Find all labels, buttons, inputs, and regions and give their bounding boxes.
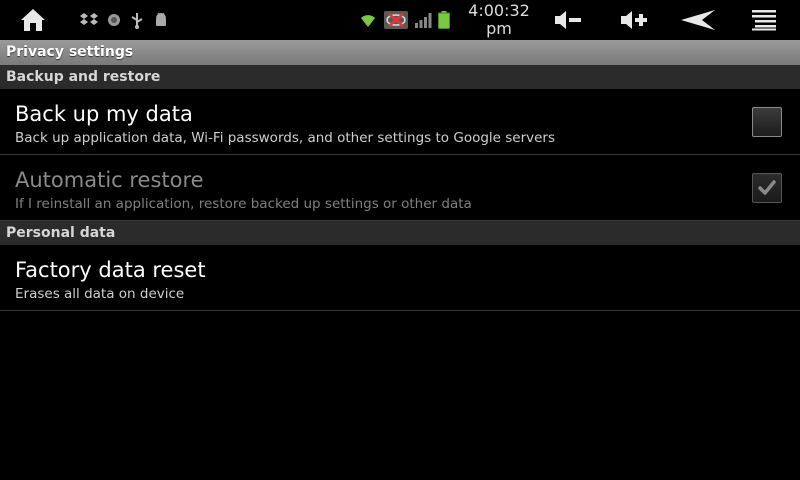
back-up-my-data-item[interactable]: Back up my data Back up application data… [0,89,800,155]
clock-time: 4:00:32 [468,1,530,20]
home-button[interactable] [12,0,54,40]
status-bar: 4:00:32 pm [0,0,800,40]
factory-data-reset-summary: Erases all data on device [15,286,185,302]
back-up-my-data-title: Back up my data [15,102,193,126]
automatic-restore-item[interactable]: Automatic restore If I reinstall an appl… [0,155,800,221]
battery-icon [438,11,450,29]
volume-down-icon [555,11,581,29]
automatic-restore-summary: If I reinstall an application, restore b… [15,196,472,212]
android-debug-icon [156,12,166,26]
back-button[interactable] [676,0,720,40]
sync-error-icon [384,11,408,29]
section-header-backup-restore: Backup and restore [0,65,800,89]
notification-icons[interactable] [80,8,169,32]
system-icons [358,8,450,32]
automatic-restore-checkbox[interactable] [752,173,782,203]
menu-button[interactable] [744,0,784,40]
volume-up-button[interactable] [614,0,654,40]
section-header-personal-data: Personal data [0,221,800,245]
clock: 4:00:32 pm [462,2,536,38]
factory-data-reset-item[interactable]: Factory data reset Erases all data on de… [0,245,800,311]
home-icon [21,9,45,31]
menu-icon [752,10,776,31]
back-up-my-data-summary: Back up application data, Wi-Fi password… [15,130,556,146]
automatic-restore-title: Automatic restore [15,168,204,192]
wifi-icon [361,15,375,27]
checkmark-icon [758,180,776,195]
volume-up-icon [621,11,647,29]
back-up-my-data-checkbox[interactable] [752,107,782,137]
volume-down-button[interactable] [548,0,588,40]
record-icon [108,14,120,26]
back-icon [681,10,715,30]
clock-ampm: pm [486,19,512,38]
usb-icon [131,13,143,29]
page-title: Privacy settings [0,40,800,65]
signal-icon [415,13,432,28]
factory-data-reset-title: Factory data reset [15,258,206,282]
dropbox-icon [80,13,98,25]
